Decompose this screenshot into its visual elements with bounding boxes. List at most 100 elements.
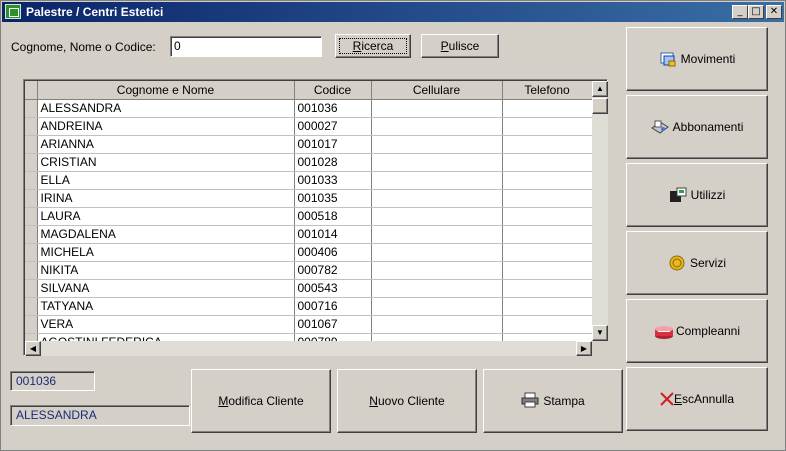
cell-code: 001014 — [294, 225, 372, 244]
table-row[interactable]: NIKITA 000782 — [25, 261, 593, 280]
cell-name: ALESSANDRA — [37, 99, 295, 118]
modifica-cliente-label: Modifica Cliente — [218, 394, 304, 408]
cell-name: ARIANNA — [37, 135, 295, 154]
maximize-button[interactable]: □ — [748, 5, 764, 19]
table-row[interactable]: TATYANA 000716 — [25, 297, 593, 316]
table-row[interactable]: VERA 001067 — [25, 315, 593, 334]
clients-grid[interactable]: Cognome e Nome Codice Cellulare Telefono… — [23, 79, 608, 356]
cell-phone — [502, 135, 593, 154]
cell-phone — [502, 297, 593, 316]
table-row[interactable]: SILVANA 000543 — [25, 279, 593, 298]
table-row[interactable]: LAURA 000518 — [25, 207, 593, 226]
clear-button[interactable]: Pulisce — [421, 34, 499, 58]
row-indicator[interactable] — [25, 117, 38, 136]
cell-code: 001028 — [294, 153, 372, 172]
table-row[interactable]: MAGDALENA 001014 — [25, 225, 593, 244]
main-window: Palestre / Centri Estetici _ □ ✕ Cognome… — [0, 0, 786, 451]
column-header-phone[interactable]: Telefono — [502, 81, 593, 100]
cell-code: 000518 — [294, 207, 372, 226]
cell-name: TATYANA — [37, 297, 295, 316]
scroll-left-icon[interactable]: ◀ — [25, 341, 41, 356]
scroll-down-icon[interactable]: ▼ — [592, 325, 608, 341]
row-indicator[interactable] — [25, 171, 38, 190]
cell-name: VERA — [37, 315, 295, 334]
row-indicator[interactable] — [25, 315, 38, 334]
table-row[interactable]: ARIANNA 001017 — [25, 135, 593, 154]
scroll-right-icon[interactable]: ▶ — [576, 341, 592, 356]
selected-name-field: ALESSANDRA — [10, 405, 190, 426]
row-indicator-header — [25, 81, 38, 100]
close-button[interactable]: ✕ — [766, 5, 782, 19]
column-header-mobile[interactable]: Cellulare — [371, 81, 503, 100]
cell-code: 001035 — [294, 189, 372, 208]
row-indicator[interactable] — [25, 261, 38, 280]
cell-phone — [502, 261, 593, 280]
minimize-button[interactable]: _ — [732, 5, 748, 19]
cell-mobile — [371, 117, 503, 136]
row-indicator[interactable] — [25, 225, 38, 244]
table-row[interactable]: CRISTIAN 001028 — [25, 153, 593, 172]
nuovo-cliente-button[interactable]: Nuovo Cliente — [337, 369, 477, 433]
table-row[interactable]: MICHELA 000406 — [25, 243, 593, 262]
selected-code-field: 001036 — [10, 371, 95, 391]
row-indicator[interactable] — [25, 207, 38, 226]
row-indicator[interactable] — [25, 297, 38, 316]
scrollbar-corner — [592, 341, 608, 356]
esc-label: Esc — [673, 392, 694, 406]
printer-icon — [521, 392, 539, 410]
search-label: Cognome, Nome o Codice: — [11, 40, 156, 54]
clients-table: Cognome e Nome Codice Cellulare Telefono… — [25, 81, 593, 352]
annulla-label: Annulla — [693, 392, 735, 406]
table-row[interactable]: ALESSANDRA 001036 — [25, 99, 593, 118]
movimenti-label: Movimenti — [680, 52, 736, 66]
search-button[interactable]: Ricerca — [335, 34, 411, 58]
row-indicator[interactable] — [25, 243, 38, 262]
table-row[interactable]: ANDREINA 000027 — [25, 117, 593, 136]
cell-phone — [502, 315, 593, 334]
cell-mobile — [371, 243, 503, 262]
compleanni-button[interactable]: Compleanni — [626, 299, 768, 363]
table-row[interactable]: ELLA 001033 — [25, 171, 593, 190]
vertical-scrollbar[interactable]: ▲ ▼ — [592, 81, 608, 341]
movements-icon — [659, 50, 677, 68]
cell-phone — [502, 279, 593, 298]
row-indicator[interactable] — [25, 135, 38, 154]
cell-phone — [502, 99, 593, 118]
scroll-up-icon[interactable]: ▲ — [592, 81, 608, 97]
row-indicator[interactable] — [25, 189, 38, 208]
abbonamenti-label: Abbonamenti — [672, 120, 744, 134]
search-button-label: Ricerca — [352, 39, 394, 53]
title-bar[interactable]: Palestre / Centri Estetici _ □ ✕ — [2, 2, 784, 22]
movimenti-button[interactable]: Movimenti — [626, 27, 768, 91]
cell-code: 001067 — [294, 315, 372, 334]
cell-mobile — [371, 261, 503, 280]
row-indicator[interactable] — [25, 279, 38, 298]
modifica-cliente-button[interactable]: Modifica Cliente — [191, 369, 331, 433]
cell-phone — [502, 225, 593, 244]
cell-name: IRINA — [37, 189, 295, 208]
scroll-thumb[interactable] — [592, 98, 608, 114]
column-header-name[interactable]: Cognome e Nome — [37, 81, 295, 100]
cell-name: MICHELA — [37, 243, 295, 262]
stampa-button[interactable]: Stampa — [483, 369, 623, 433]
abbonamenti-button[interactable]: Abbonamenti — [626, 95, 768, 159]
servizi-button[interactable]: Servizi — [626, 231, 768, 295]
cell-code: 000716 — [294, 297, 372, 316]
table-row[interactable]: IRINA 001035 — [25, 189, 593, 208]
cell-phone — [502, 117, 593, 136]
utilizzi-button[interactable]: Utilizzi — [626, 163, 768, 227]
cell-phone — [502, 189, 593, 208]
cell-mobile — [371, 315, 503, 334]
row-indicator[interactable] — [25, 99, 38, 118]
column-header-code[interactable]: Codice — [294, 81, 372, 100]
search-input[interactable]: 0 — [170, 36, 322, 57]
cell-mobile — [371, 297, 503, 316]
cell-name: LAURA — [37, 207, 295, 226]
window-title: Palestre / Centri Estetici — [26, 5, 164, 19]
cell-code: 000027 — [294, 117, 372, 136]
esc-annulla-button[interactable]: Esc Annulla — [626, 367, 768, 431]
horizontal-scrollbar[interactable]: ◀ ▶ — [25, 341, 592, 356]
cell-phone — [502, 207, 593, 226]
row-indicator[interactable] — [25, 153, 38, 172]
servizi-label: Servizi — [689, 256, 726, 270]
